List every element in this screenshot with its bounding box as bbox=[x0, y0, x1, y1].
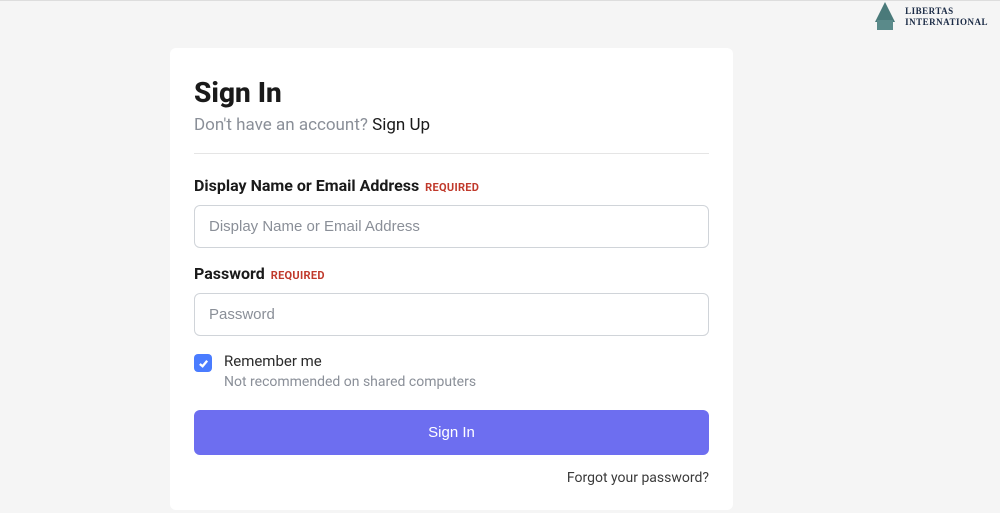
password-required-tag: REQUIRED bbox=[271, 269, 325, 282]
username-label-text: Display Name or Email Address bbox=[194, 176, 419, 195]
username-field-group: Display Name or Email Address REQUIRED bbox=[194, 176, 709, 248]
username-label: Display Name or Email Address REQUIRED bbox=[194, 176, 709, 195]
page-title: Sign In bbox=[194, 76, 709, 109]
forgot-row: Forgot your password? bbox=[194, 467, 709, 486]
password-input[interactable] bbox=[194, 293, 709, 336]
remember-texts: Remember me Not recommended on shared co… bbox=[224, 352, 476, 390]
password-label: Password REQUIRED bbox=[194, 264, 709, 283]
forgot-password-link[interactable]: Forgot your password? bbox=[567, 470, 709, 486]
password-field-group: Password REQUIRED bbox=[194, 264, 709, 336]
top-border bbox=[0, 0, 1000, 1]
brand-logo[interactable]: LIBERTAS INTERNATIONAL bbox=[839, 2, 988, 32]
remember-checkbox[interactable] bbox=[194, 354, 212, 372]
signup-prompt-text: Don't have an account? bbox=[194, 115, 372, 135]
brand-name-line2: INTERNATIONAL bbox=[905, 17, 988, 28]
liberty-statue-icon bbox=[839, 2, 899, 32]
signup-link[interactable]: Sign Up bbox=[372, 115, 430, 135]
brand-name: LIBERTAS INTERNATIONAL bbox=[905, 6, 988, 28]
remember-label: Remember me bbox=[224, 352, 476, 370]
username-input[interactable] bbox=[194, 205, 709, 248]
brand-name-line1: LIBERTAS bbox=[905, 6, 988, 17]
divider bbox=[194, 153, 709, 154]
check-icon bbox=[198, 358, 209, 369]
remember-hint: Not recommended on shared computers bbox=[224, 374, 476, 390]
username-required-tag: REQUIRED bbox=[425, 181, 479, 194]
signup-prompt-row: Don't have an account? Sign Up bbox=[194, 115, 709, 135]
password-label-text: Password bbox=[194, 264, 265, 283]
signin-button[interactable]: Sign In bbox=[194, 410, 709, 455]
signin-card: Sign In Don't have an account? Sign Up D… bbox=[170, 48, 733, 510]
remember-row: Remember me Not recommended on shared co… bbox=[194, 352, 709, 390]
